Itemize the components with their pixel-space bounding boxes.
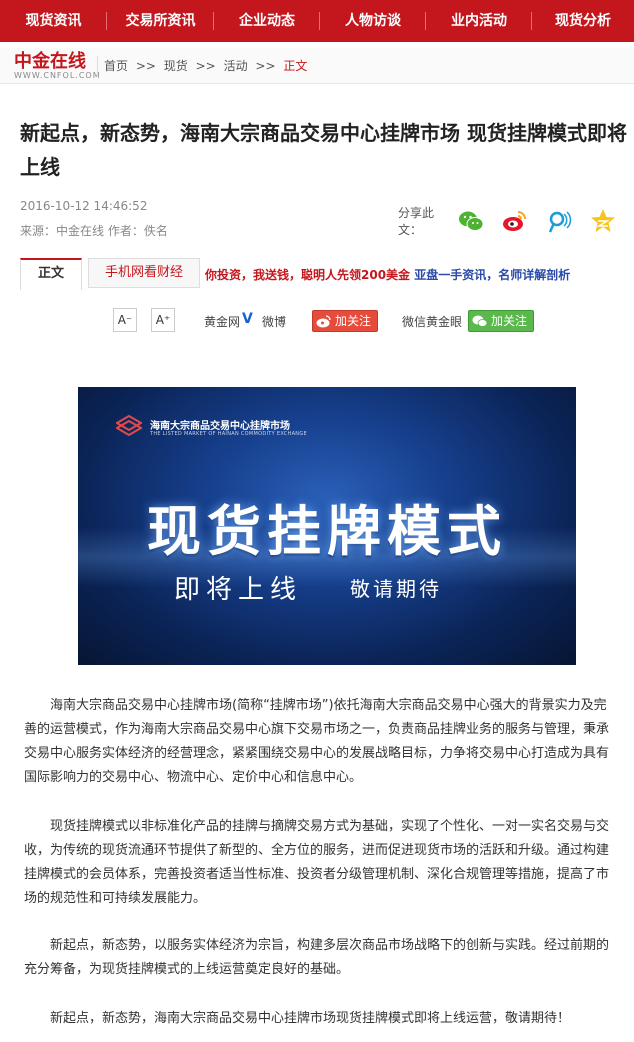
tab-mobile[interactable]: 手机网看财经 xyxy=(88,258,200,288)
breadcrumb-sep: >> xyxy=(195,59,216,73)
article-banner-image: 海南大宗商品交易中心挂牌市场 THE LISTED MARKET OF HAIN… xyxy=(78,387,576,665)
breadcrumb-sep: >> xyxy=(255,59,276,73)
wechat-follow-label: 加关注 xyxy=(491,314,528,328)
nav-item-analysis[interactable]: 现货分析 xyxy=(532,0,634,42)
qzone-icon[interactable] xyxy=(590,208,616,234)
weibo-label: 微博 xyxy=(262,315,287,329)
breadcrumb: 首页 >> 现货 >> 活动 >> 正文 xyxy=(104,57,311,74)
font-larger-button[interactable]: A⁺ xyxy=(151,308,175,332)
weibo-account: 黄金网 xyxy=(204,315,241,329)
promo-link-1[interactable]: 你投资，我送钱，聪明人先领200美金 xyxy=(205,268,410,282)
tab-article[interactable]: 正文 xyxy=(20,258,82,290)
share-label: 分享此文： xyxy=(398,206,435,237)
banner-sub1: 即将上线 xyxy=(174,575,303,605)
nav-item-spot-news[interactable]: 现货资讯 xyxy=(0,0,107,42)
weibo-small-icon xyxy=(316,315,331,328)
wechat-icon[interactable] xyxy=(458,208,484,234)
breadcrumb-current: 正文 xyxy=(283,59,308,73)
promo-link-2[interactable]: 亚盘一手资讯，名师详解剖析 xyxy=(414,268,570,282)
nav-item-company[interactable]: 企业动态 xyxy=(214,0,320,42)
logo-text: 中金在线 xyxy=(14,51,86,72)
weibo-follow-button[interactable]: 加关注 xyxy=(312,310,379,332)
nav-item-exchange-news[interactable]: 交易所资讯 xyxy=(107,0,214,42)
promo-text[interactable]: 你投资，我送钱，聪明人先领200美金 亚盘一手资讯，名师详解剖析 xyxy=(205,266,570,283)
nav-item-events[interactable]: 业内活动 xyxy=(426,0,532,42)
breadcrumb-spot[interactable]: 现货 xyxy=(164,59,188,73)
article-source: 来源：中金在线 作者：佚名 xyxy=(20,224,168,238)
tencent-weibo-icon[interactable] xyxy=(546,208,572,234)
top-nav: 现货资讯 交易所资讯 企业动态 人物访谈 业内活动 现货分析 xyxy=(0,0,634,42)
body-paragraph-1: 海南大宗商品交易中心挂牌市场(简称“挂牌市场”)依托海南大宗商品交易中心强大的背… xyxy=(24,698,610,785)
exchange-logo-icon xyxy=(116,415,142,437)
banner-org-name-en: THE LISTED MARKET OF HAINAN COMMODITY EX… xyxy=(150,431,307,437)
body-paragraph-4: 新起点，新态势，海南大宗商品交易中心挂牌市场现货挂牌模式即将上线运营，敬请期待！ xyxy=(50,1011,571,1026)
banner-headline: 现货挂牌模式 xyxy=(147,500,507,563)
body-paragraph-2: 现货挂牌模式以非标准化产品的挂牌与摘牌交易方式为基础，实现了个性化、一对一实名交… xyxy=(24,819,610,906)
tool-row: A⁻ A⁺ 黄金网 V 微博 加关注 微信黄金眼 加关注 xyxy=(0,308,634,334)
article-date: 2016-10-12 14:46:52 xyxy=(20,199,148,213)
article-title: 新起点，新态势，海南大宗商品交易中心挂牌市场 现货挂牌模式即将上线 xyxy=(20,121,627,179)
wechat-account: 微信黄金眼 xyxy=(402,315,463,329)
divider xyxy=(97,56,98,76)
wechat-small-icon xyxy=(472,315,488,327)
weibo-follow-label: 加关注 xyxy=(335,314,372,328)
breadcrumb-sep: >> xyxy=(135,59,156,73)
banner-org-name: 海南大宗商品交易中心挂牌市场 xyxy=(150,421,290,432)
site-logo[interactable]: 中金在线 WWW.CNFOL.COM xyxy=(14,51,101,80)
weibo-icon[interactable] xyxy=(502,208,528,234)
breadcrumb-home[interactable]: 首页 xyxy=(104,59,128,73)
banner-sub2: 敬请期待 xyxy=(350,577,442,601)
breadcrumb-bar: 中金在线 WWW.CNFOL.COM 首页 >> 现货 >> 活动 >> 正文 xyxy=(0,48,634,84)
breadcrumb-events[interactable]: 活动 xyxy=(224,59,248,73)
share-bar: 分享此文： xyxy=(398,204,634,238)
font-smaller-button[interactable]: A⁻ xyxy=(113,308,137,332)
nav-item-interviews[interactable]: 人物访谈 xyxy=(320,0,426,42)
body-paragraph-3: 新起点，新态势，以服务实体经济为宗旨，构建多层次商品市场战略下的创新与实践。经过… xyxy=(24,938,610,977)
logo-domain: WWW.CNFOL.COM xyxy=(14,71,101,80)
wechat-follow-button[interactable]: 加关注 xyxy=(468,310,535,332)
verified-v-icon: V xyxy=(242,311,253,327)
article-tabs: 正文 手机网看财经 你投资，我送钱，聪明人先领200美金 亚盘一手资讯，名师详解… xyxy=(20,258,620,290)
